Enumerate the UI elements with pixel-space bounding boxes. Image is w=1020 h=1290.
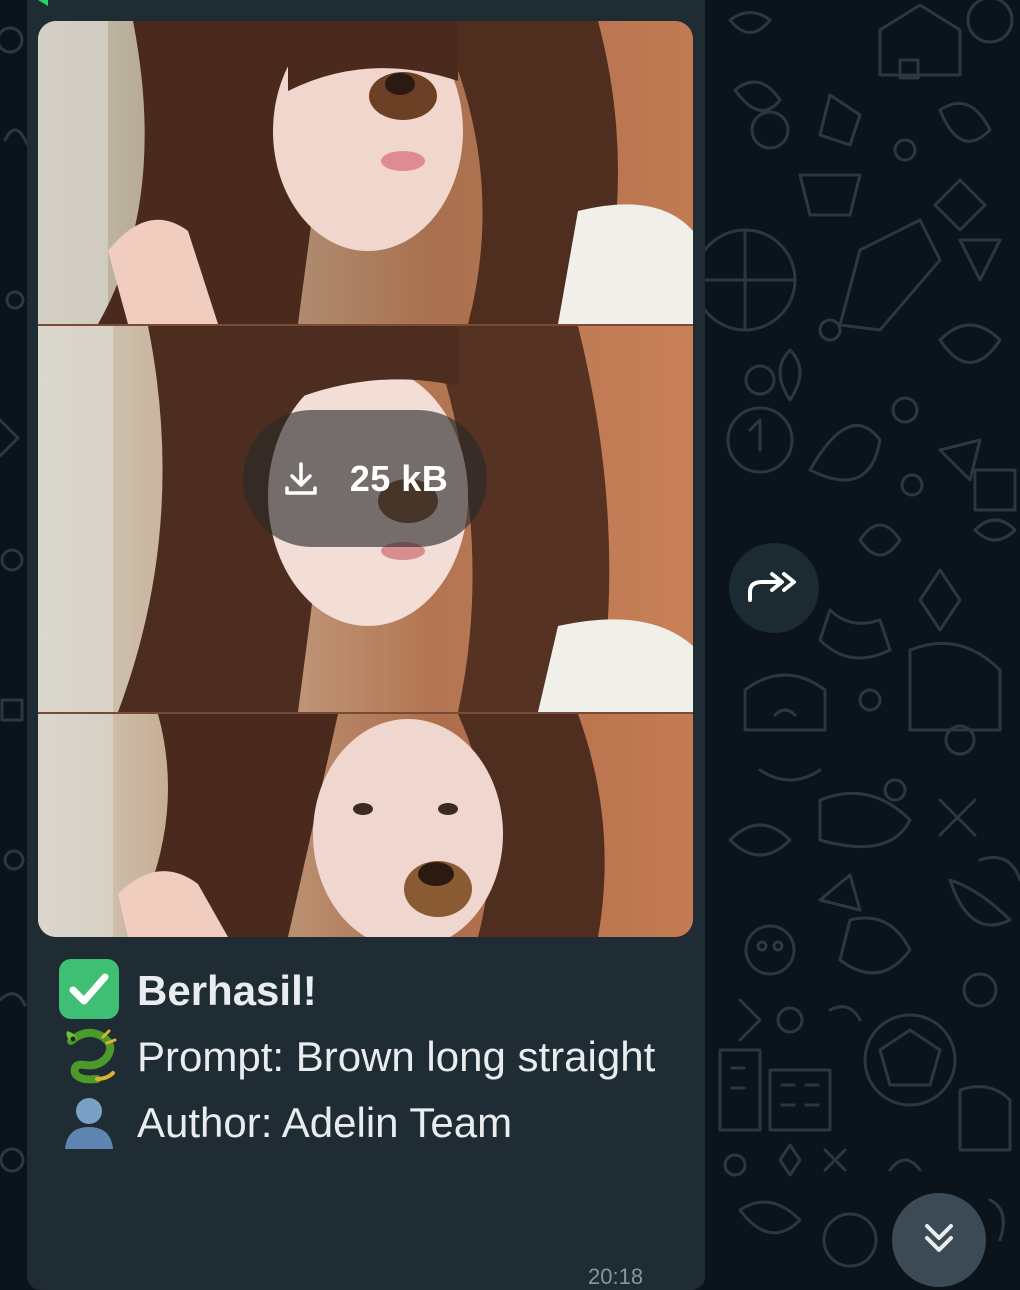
bust-silhouette-icon bbox=[57, 1089, 121, 1153]
photo-frame-3 bbox=[38, 714, 693, 937]
forward-button[interactable] bbox=[729, 543, 819, 633]
caption-title-line: Berhasil! bbox=[57, 958, 687, 1024]
message-caption: Berhasil! Prompt: Brown long straight Au… bbox=[57, 958, 687, 1156]
caption-prompt-line: Prompt: Brown long straight bbox=[57, 1024, 687, 1090]
download-icon bbox=[282, 460, 320, 498]
message-timestamp: 20:18 bbox=[588, 1264, 644, 1289]
download-size: 25 kB bbox=[349, 457, 449, 499]
photo-collage[interactable]: 25 kB bbox=[38, 21, 693, 937]
check-mark-icon bbox=[57, 957, 121, 1021]
dragon-icon bbox=[57, 1023, 121, 1087]
scroll-to-bottom-button[interactable] bbox=[892, 1193, 986, 1287]
forward-arrow-icon bbox=[744, 566, 804, 611]
caption-author-line: Author: Adelin Team bbox=[57, 1090, 687, 1156]
caption-prompt: Prompt: Brown long straight bbox=[137, 1033, 656, 1080]
caption-title: Berhasil! bbox=[137, 967, 317, 1014]
caption-author: Author: Adelin Team bbox=[137, 1099, 513, 1146]
photo-frame-1 bbox=[38, 21, 693, 324]
double-chevron-down-icon bbox=[919, 1218, 959, 1263]
download-button[interactable]: 25 kB bbox=[243, 410, 487, 547]
